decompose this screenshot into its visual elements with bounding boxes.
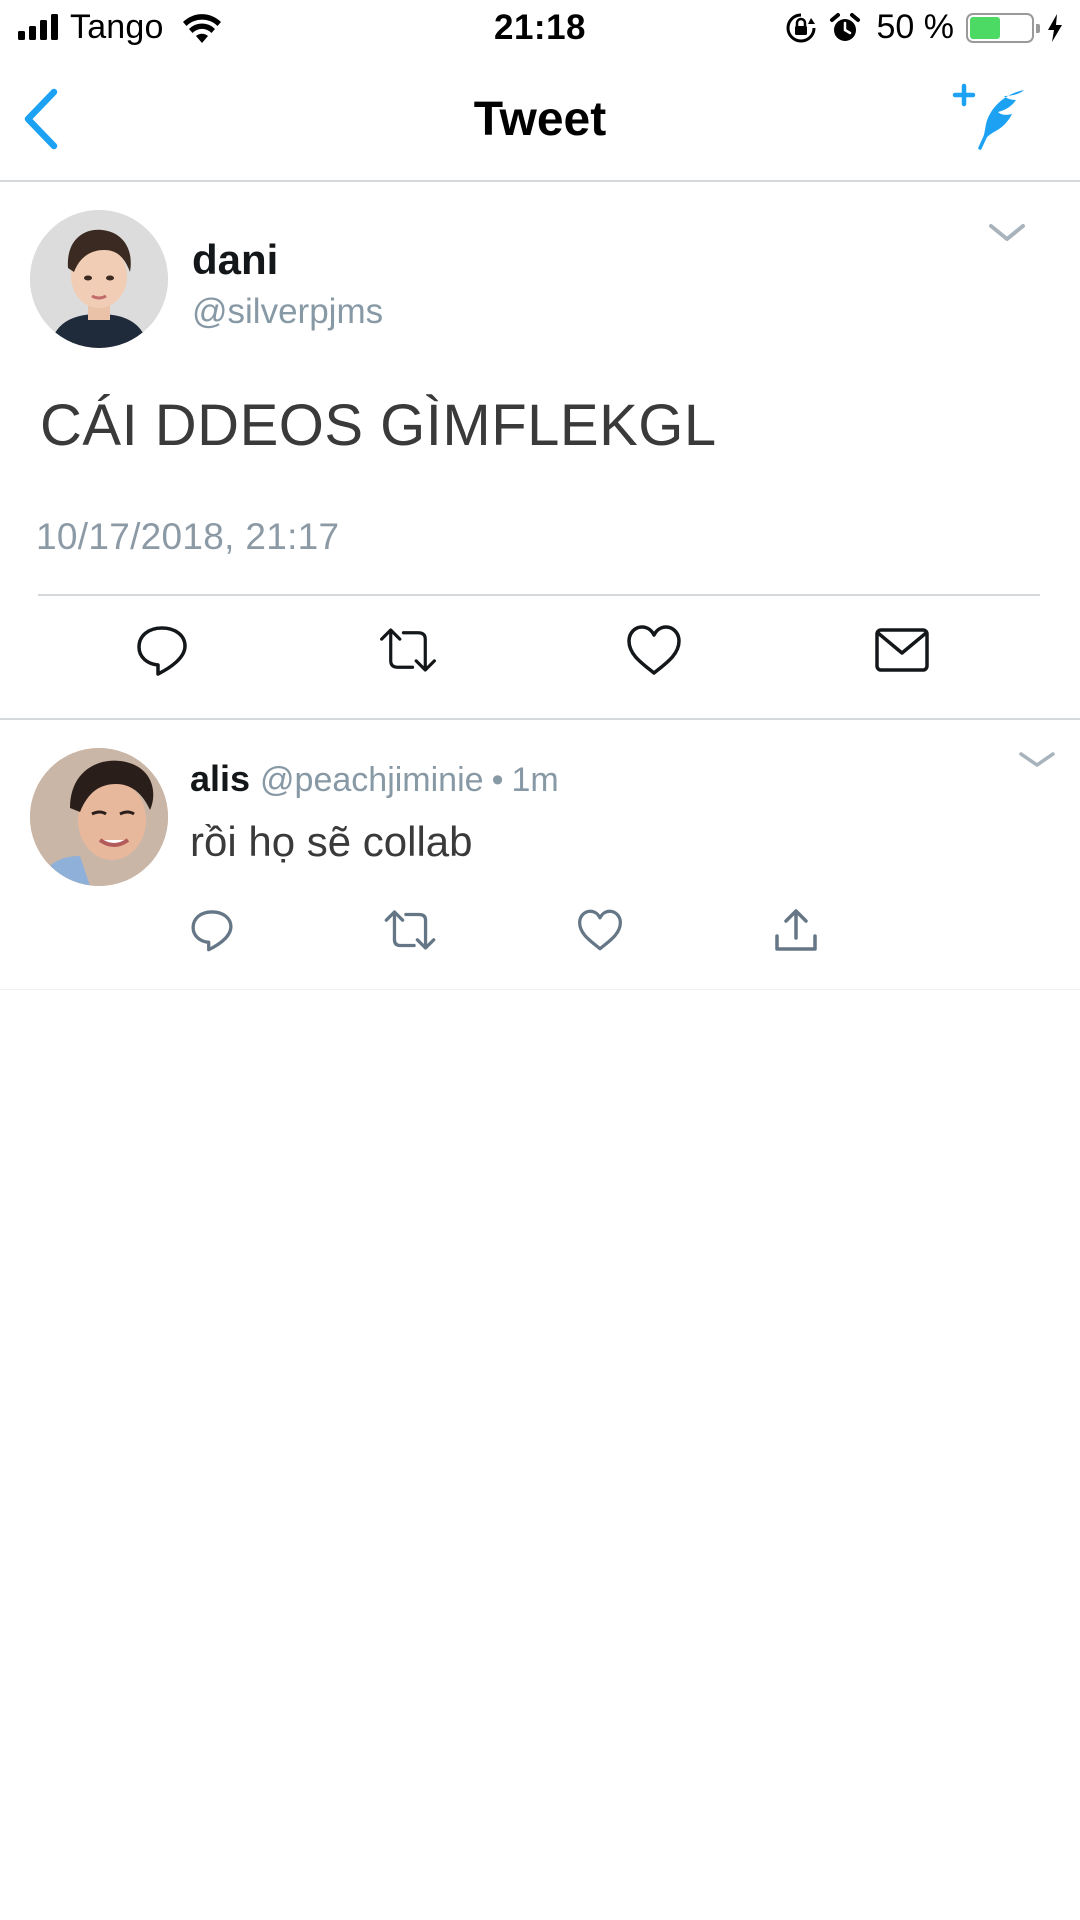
status-right: 50 % xyxy=(785,8,1065,47)
alarm-icon xyxy=(829,12,860,41)
reply-tweet[interactable]: alis @peachjiminie • 1m rồi họ sẽ collab xyxy=(0,722,1080,990)
profile-photo xyxy=(30,210,168,348)
direct-message-icon xyxy=(875,628,929,672)
compose-tweet-button[interactable] xyxy=(952,82,1032,152)
like-icon xyxy=(577,909,622,951)
direct-message-button[interactable] xyxy=(872,620,932,680)
tweet-timestamp: 10/17/2018, 21:17 xyxy=(36,516,340,557)
battery-percent: 50 % xyxy=(876,8,955,46)
retweet-button[interactable] xyxy=(380,900,440,960)
chevron-down-icon xyxy=(1019,752,1055,767)
nav-bar: Tweet xyxy=(0,56,1080,182)
reply-actions xyxy=(0,900,1080,960)
tweet-actions xyxy=(0,620,1080,700)
main-tweet: dani @silverpjms CÁI DDEOS GÌMFLEKGL 10/… xyxy=(0,184,1080,720)
reply-button[interactable] xyxy=(182,900,242,960)
reply-icon xyxy=(137,626,187,676)
reply-header: alis @peachjiminie • 1m xyxy=(190,758,559,800)
separator-dot: • xyxy=(491,761,504,799)
page-title: Tweet xyxy=(473,93,607,146)
share-icon xyxy=(775,909,817,951)
status-bar: Tango 21:18 50 % xyxy=(0,0,1080,56)
avatar[interactable] xyxy=(30,210,168,348)
reply-menu-button[interactable] xyxy=(1018,750,1056,777)
tweet-text: CÁI DDEOS GÌMFLEKGL xyxy=(40,393,717,458)
reply-time: 1m xyxy=(511,761,559,799)
reply-icon xyxy=(191,910,233,952)
author-display-name[interactable]: dani xyxy=(192,236,278,284)
reply-text: rồi họ sẽ collab xyxy=(190,818,473,865)
compose-tweet-icon xyxy=(952,83,1024,150)
like-button[interactable] xyxy=(624,620,684,680)
chevron-down-icon xyxy=(989,224,1025,241)
retweet-icon xyxy=(380,628,436,672)
charging-icon xyxy=(1048,13,1062,42)
author-handle[interactable]: @silverpjms xyxy=(192,292,383,332)
battery-icon xyxy=(966,12,1040,43)
reply-handle[interactable]: @peachjiminie xyxy=(260,761,484,800)
reply-display-name[interactable]: alis xyxy=(190,758,250,800)
share-button[interactable] xyxy=(766,900,826,960)
tweet-menu-button[interactable] xyxy=(988,222,1026,249)
divider xyxy=(38,594,1040,596)
like-icon xyxy=(627,625,681,675)
retweet-button[interactable] xyxy=(378,620,438,680)
like-button[interactable] xyxy=(570,900,630,960)
avatar[interactable] xyxy=(30,748,168,886)
profile-photo xyxy=(30,748,168,886)
battery-fill xyxy=(970,16,1000,39)
reply-button[interactable] xyxy=(132,620,192,680)
retweet-icon xyxy=(384,910,436,950)
rotation-lock-icon xyxy=(786,13,815,42)
